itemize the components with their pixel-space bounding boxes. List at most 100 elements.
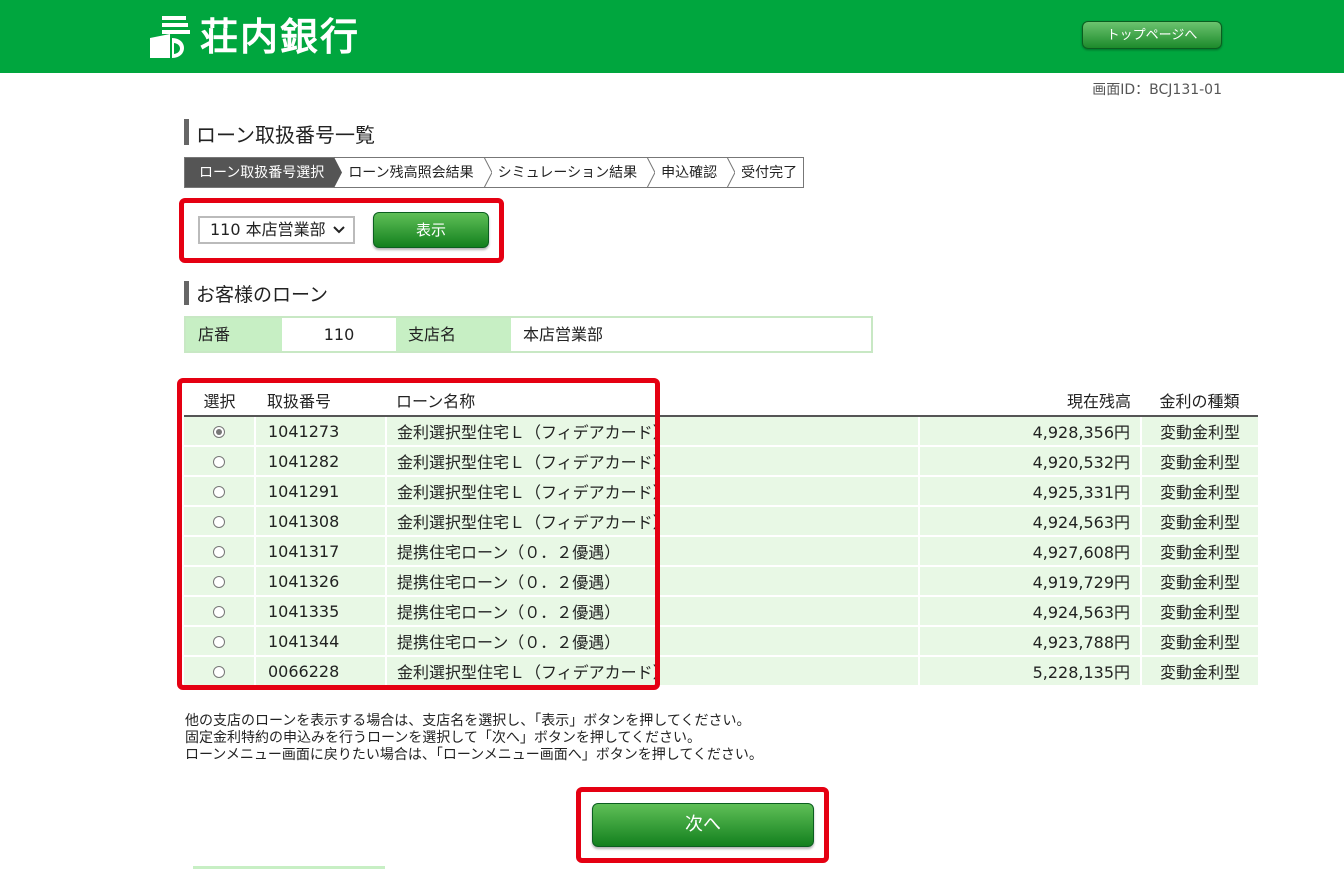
loan-balance: 4,920,532円: [918, 446, 1141, 477]
loan-rate-type: 変動金利型: [1140, 416, 1258, 447]
loan-name: 金利選択型住宅Ｌ（フィデアカード）: [385, 506, 919, 537]
step-label: 申込確認: [661, 165, 718, 181]
step-label: ローン取扱番号選択: [199, 165, 325, 181]
loan-number: 1041273: [254, 416, 386, 447]
branch-select-value: 110 本店営業部: [210, 220, 326, 239]
step-chevron-icon: [483, 157, 492, 188]
header-bar: 荘内銀行 トップページへ: [0, 0, 1344, 73]
step-simulation-result: シミュレーション結果: [483, 157, 656, 188]
screen-id: 画面ID：BCJ131-01: [1092, 82, 1222, 98]
branch-select[interactable]: 110 本店営業部: [198, 216, 355, 244]
loan-balance: 4,923,788円: [918, 626, 1141, 657]
loan-rate-type: 変動金利型: [1140, 446, 1258, 477]
table-row[interactable]: 1041335 提携住宅ローン（０．２優遇） 4,924,563円 変動金利型: [184, 596, 1258, 627]
step-balance-result: ローン残高照会結果: [334, 157, 492, 188]
col-name: ローン名称: [386, 385, 919, 417]
col-balance: 現在残高: [919, 385, 1141, 417]
bank-logo-icon: [150, 16, 190, 58]
branch-name-label: 支店名: [396, 318, 511, 351]
col-rate-type: 金利の種類: [1141, 385, 1258, 417]
row-select-cell[interactable]: [184, 626, 255, 657]
loan-radio-button[interactable]: [213, 546, 225, 558]
step-label: ローン残高照会結果: [348, 165, 474, 181]
customer-section-title: お客様のローン: [196, 284, 329, 306]
loan-rate-type: 変動金利型: [1140, 566, 1258, 597]
loan-table: 選択 取扱番号 ローン名称 現在残高 金利の種類 1041273 金利選択型住宅Ｌ…: [184, 385, 1258, 687]
step-application-confirm: 申込確認: [647, 157, 736, 188]
branch-no-label: 店番: [186, 318, 282, 351]
step-chevron-icon: [727, 157, 736, 188]
loan-rate-type: 変動金利型: [1140, 596, 1258, 627]
branch-info-box: 店番 110 支店名 本店営業部: [184, 316, 873, 353]
loan-radio-button[interactable]: [213, 666, 225, 678]
row-select-cell[interactable]: [184, 476, 255, 507]
loan-rate-type: 変動金利型: [1140, 626, 1258, 657]
step-chevron-icon: [647, 157, 656, 188]
row-select-cell[interactable]: [184, 566, 255, 597]
table-row[interactable]: 1041282 金利選択型住宅Ｌ（フィデアカード） 4,920,532円 変動金利型: [184, 446, 1258, 477]
top-page-button[interactable]: トップページへ: [1082, 21, 1222, 49]
table-row[interactable]: 1041273 金利選択型住宅Ｌ（フィデアカード） 4,928,356円 変動金利型: [184, 416, 1258, 447]
loan-rate-type: 変動金利型: [1140, 536, 1258, 567]
page-title-marker: [184, 119, 189, 145]
loan-radio-button[interactable]: [213, 486, 225, 498]
row-select-cell[interactable]: [184, 596, 255, 627]
step-chevron-icon: [334, 157, 343, 188]
loan-name: 金利選択型住宅Ｌ（フィデアカード）: [385, 446, 919, 477]
loan-rate-type: 変動金利型: [1140, 506, 1258, 537]
col-number: 取扱番号: [255, 385, 386, 417]
loan-rate-type: 変動金利型: [1140, 476, 1258, 507]
loan-radio-button[interactable]: [213, 516, 225, 528]
loan-number: 1041317: [254, 536, 386, 567]
loan-balance: 4,924,563円: [918, 596, 1141, 627]
loan-balance: 4,927,608円: [918, 536, 1141, 567]
loan-name: 金利選択型住宅Ｌ（フィデアカード）: [385, 416, 919, 447]
progress-steps: ローン取扱番号選択 ローン残高照会結果 シミュレーション結果 申込確認 受付完了: [184, 157, 805, 188]
loan-number: 1041335: [254, 596, 386, 627]
loan-radio-button[interactable]: [213, 576, 225, 588]
loan-number: 1041326: [254, 566, 386, 597]
step-complete: 受付完了: [727, 157, 805, 188]
table-row[interactable]: 1041317 提携住宅ローン（０．２優遇） 4,927,608円 変動金利型: [184, 536, 1258, 567]
next-button[interactable]: 次へ: [592, 803, 814, 847]
loan-name: 提携住宅ローン（０．２優遇）: [385, 596, 919, 627]
note-line: 他の支店のローンを表示する場合は、支店名を選択し、「表示」ボタンを押してください…: [185, 713, 751, 729]
step-label: 受付完了: [741, 165, 798, 181]
loan-radio-button[interactable]: [213, 606, 225, 618]
row-select-cell[interactable]: [184, 416, 255, 447]
loan-number: 0066228: [254, 656, 386, 687]
row-select-cell[interactable]: [184, 536, 255, 567]
loan-radio-button[interactable]: [213, 456, 225, 468]
row-select-cell[interactable]: [184, 506, 255, 537]
branch-name-value: 本店営業部: [511, 318, 871, 351]
step-loan-number-select: ローン取扱番号選択: [184, 157, 343, 188]
loan-radio-button[interactable]: [213, 636, 225, 648]
loan-number: 1041308: [254, 506, 386, 537]
table-row[interactable]: 1041308 金利選択型住宅Ｌ（フィデアカード） 4,924,563円 変動金利型: [184, 506, 1258, 537]
row-select-cell[interactable]: [184, 446, 255, 477]
col-select: 選択: [184, 385, 255, 417]
loan-table-header: 選択 取扱番号 ローン名称 現在残高 金利の種類: [184, 385, 1258, 417]
loan-name: 提携住宅ローン（０．２優遇）: [385, 536, 919, 567]
instruction-notes: 他の支店のローンを表示する場合は、支店名を選択し、「表示」ボタンを押してください…: [185, 713, 763, 764]
note-line: 固定金利特約の申込みを行うローンを選択して「次へ」ボタンを押してください。: [185, 730, 702, 746]
table-row[interactable]: 1041291 金利選択型住宅Ｌ（フィデアカード） 4,925,331円 変動金利型: [184, 476, 1258, 507]
loan-name: 提携住宅ローン（０．２優遇）: [385, 566, 919, 597]
customer-section-marker: [184, 281, 189, 305]
loan-balance: 5,228,135円: [918, 656, 1141, 687]
bank-logo[interactable]: 荘内銀行: [148, 14, 360, 60]
loan-balance: 4,924,563円: [918, 506, 1141, 537]
loan-name: 提携住宅ローン（０．２優遇）: [385, 626, 919, 657]
display-button[interactable]: 表示: [373, 212, 489, 248]
bank-name: 荘内銀行: [200, 15, 361, 59]
table-row[interactable]: 1041344 提携住宅ローン（０．２優遇） 4,923,788円 変動金利型: [184, 626, 1258, 657]
note-line: ローンメニュー画面に戻りたい場合は、「ローンメニュー画面へ」ボタンを押してくださ…: [185, 747, 763, 763]
loan-name: 金利選択型住宅Ｌ（フィデアカード）: [385, 476, 919, 507]
page-title: ローン取扱番号一覧: [196, 123, 375, 147]
table-row[interactable]: 0066228 金利選択型住宅Ｌ（フィデアカード） 5,228,135円 変動金利型: [184, 656, 1258, 687]
table-row[interactable]: 1041326 提携住宅ローン（０．２優遇） 4,919,729円 変動金利型: [184, 566, 1258, 597]
loan-radio-button[interactable]: [213, 426, 225, 438]
loan-number: 1041344: [254, 626, 386, 657]
loan-number: 1041282: [254, 446, 386, 477]
row-select-cell[interactable]: [184, 656, 255, 687]
